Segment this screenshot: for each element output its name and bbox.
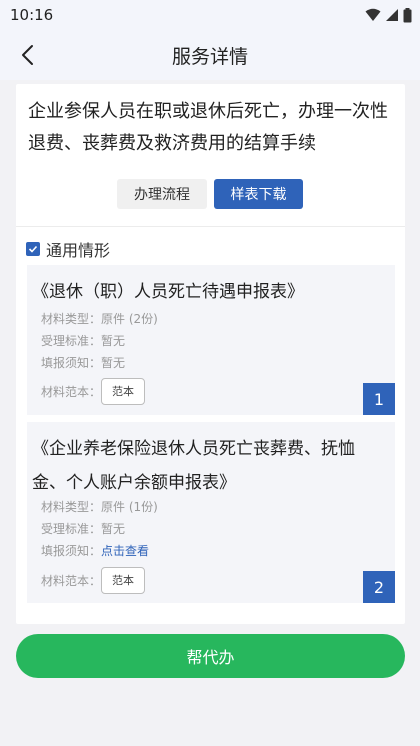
wifi-icon xyxy=(365,8,381,21)
material-type-value: 原件 (2份) xyxy=(101,311,158,326)
acceptance-standard-label: 受理标准： xyxy=(41,333,102,348)
scenario-checkbox[interactable]: 通用情形 xyxy=(26,238,110,260)
filling-notice-value: 暂无 xyxy=(101,355,126,370)
material-index-badge: 1 xyxy=(363,383,395,415)
material-item: 《企业养老保险退休人员死亡丧葬费、抚恤金、个人账户余额申报表》 材料类型： 原件… xyxy=(27,422,395,603)
filling-notice-label: 填报须知： xyxy=(41,355,102,370)
filling-notice-link[interactable]: 点击查看 xyxy=(101,542,149,559)
acceptance-standard-label: 受理标准： xyxy=(41,521,102,536)
page-title: 服务详情 xyxy=(171,46,248,68)
app-header: 服务详情 xyxy=(0,30,420,80)
checkbox-checked-icon xyxy=(26,242,40,256)
material-type-row: 材料类型： 原件 (1份) xyxy=(41,497,158,515)
material-sample-row: 材料范本： 范本 xyxy=(41,566,146,594)
acceptance-standard-row: 受理标准： 暂无 xyxy=(41,331,125,349)
service-card: 企业参保人员在职或退休后死亡，办理一次性退费、丧葬费及救济费用的结算手续 办理流… xyxy=(16,84,405,624)
acceptance-standard-row: 受理标准： 暂无 xyxy=(41,519,125,537)
acceptance-standard-value: 暂无 xyxy=(101,521,126,536)
process-button[interactable]: 办理流程 xyxy=(117,179,207,209)
material-title: 《企业养老保险退休人员死亡丧葬费、抚恤金、个人账户余额申报表》 xyxy=(32,439,355,493)
material-type-label: 材料类型： xyxy=(41,499,102,514)
filling-notice-row: 填报须知： 点击查看 xyxy=(41,541,149,559)
scenario-label: 通用情形 xyxy=(46,241,111,260)
status-time: 10:16 xyxy=(10,6,54,24)
service-title: 企业参保人员在职或退休后死亡，办理一次性退费、丧葬费及救济费用的结算手续 xyxy=(28,101,388,154)
status-icons xyxy=(365,7,412,23)
sample-button[interactable]: 范本 xyxy=(101,566,146,594)
material-sample-row: 材料范本： 范本 xyxy=(41,377,146,405)
material-index-badge: 2 xyxy=(363,571,395,603)
filling-notice-label: 填报须知： xyxy=(41,543,102,558)
agent-service-button[interactable]: 帮代办 xyxy=(16,634,405,678)
material-type-value: 原件 (1份) xyxy=(101,499,158,514)
material-title: 《退休（职）人员死亡待遇申报表》 xyxy=(32,282,304,302)
filling-notice-row: 填报须知： 暂无 xyxy=(41,353,125,371)
acceptance-standard-value: 暂无 xyxy=(101,333,126,348)
battery-icon xyxy=(403,7,412,22)
sample-button[interactable]: 范本 xyxy=(101,377,146,405)
material-sample-label: 材料范本： xyxy=(41,573,102,588)
divider xyxy=(16,226,405,227)
sample-download-button[interactable]: 样表下载 xyxy=(214,179,303,209)
material-item: 《退休（职）人员死亡待遇申报表》 材料类型： 原件 (2份) 受理标准： 暂无 … xyxy=(27,265,395,415)
signal-icon xyxy=(386,9,398,21)
material-sample-label: 材料范本： xyxy=(41,384,102,399)
material-type-row: 材料类型： 原件 (2份) xyxy=(41,309,158,327)
status-bar: 10:16 xyxy=(0,0,420,30)
material-type-label: 材料类型： xyxy=(41,311,102,326)
